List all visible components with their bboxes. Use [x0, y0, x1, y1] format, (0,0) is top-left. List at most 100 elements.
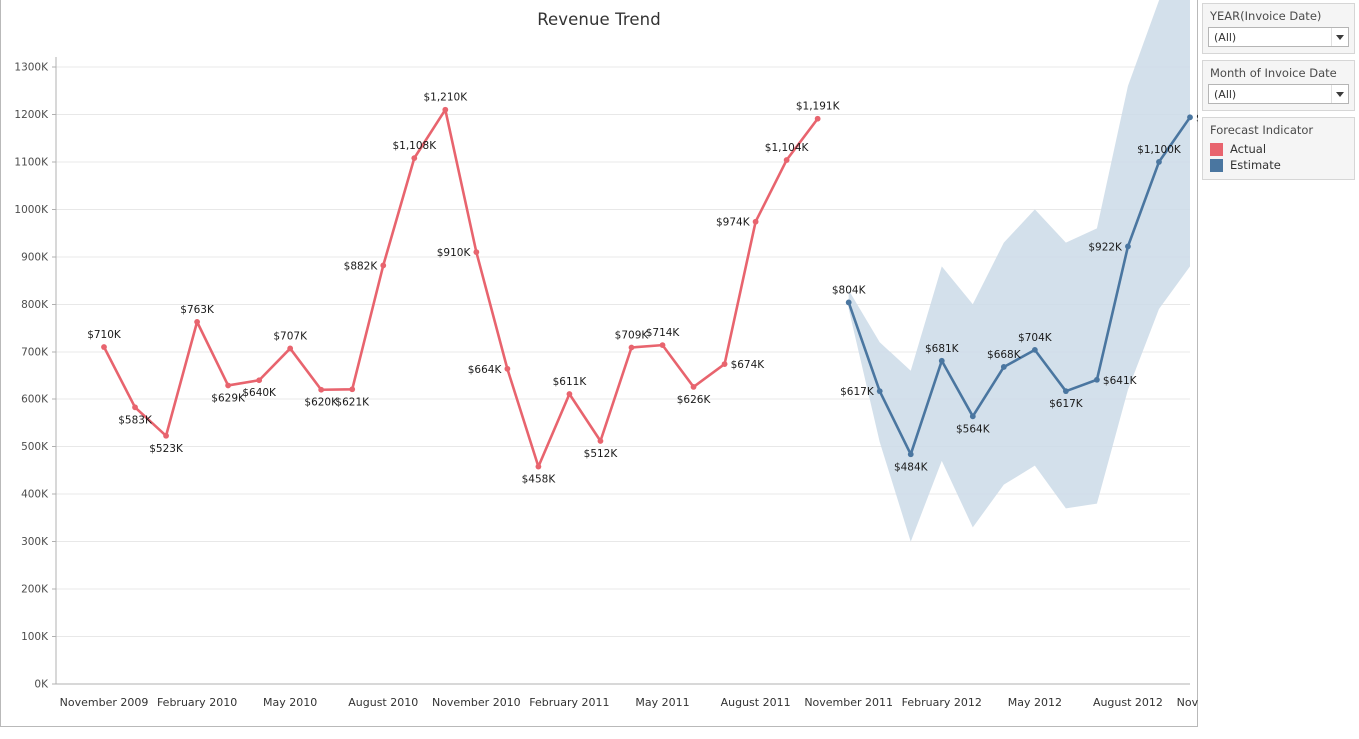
- data-point-label: $882K: [344, 260, 379, 272]
- legend-item-actual[interactable]: Actual: [1203, 141, 1354, 157]
- data-point[interactable]: [287, 345, 294, 352]
- data-point-label: $681K: [925, 343, 960, 355]
- y-axis-tick-label: 900K: [21, 251, 49, 263]
- data-point[interactable]: [504, 365, 511, 372]
- data-point[interactable]: [1125, 243, 1131, 250]
- legend-item-estimate[interactable]: Estimate: [1203, 157, 1354, 173]
- data-point[interactable]: [380, 262, 387, 269]
- data-point-label: $804K: [832, 284, 867, 296]
- y-axis-tick-label: 300K: [21, 536, 49, 548]
- data-point[interactable]: [1156, 159, 1162, 165]
- data-point-label: $707K: [273, 330, 308, 342]
- revenue-trend-chart: 0K 100K 200K 300K 400K 500K 600K 700K 800K 900K 10…: [14, 0, 1198, 709]
- data-point[interactable]: [721, 361, 728, 368]
- filter-card-month: Month of Invoice Date (All): [1202, 60, 1355, 111]
- data-point[interactable]: [845, 299, 852, 306]
- y-axis-tick-label: 100K: [21, 631, 49, 643]
- x-axis-tick-label: November 2009: [60, 696, 149, 709]
- data-point[interactable]: [690, 383, 697, 390]
- legend-swatch-estimate: [1210, 158, 1223, 172]
- y-axis-tick-label: 1000K: [14, 204, 49, 216]
- data-point[interactable]: [349, 386, 356, 393]
- legend-label-actual: Actual: [1230, 142, 1267, 156]
- year-filter-dropdown[interactable]: (All): [1208, 27, 1349, 47]
- data-point-label: $1,108K: [392, 140, 437, 152]
- data-point[interactable]: [752, 218, 759, 225]
- data-point-label: $620K: [304, 397, 339, 409]
- y-axis-tick-label: 1300K: [14, 62, 49, 74]
- legend-list: Actual Estimate: [1203, 141, 1354, 179]
- x-axis-tick-label: August 2012: [1093, 696, 1163, 709]
- data-point-label: $523K: [149, 443, 184, 455]
- y-axis-tick-label: 800K: [21, 299, 49, 311]
- data-point[interactable]: [876, 388, 883, 395]
- x-axis-tick-label: November 2012: [1177, 696, 1198, 709]
- month-filter-value: (All): [1214, 87, 1237, 101]
- data-point[interactable]: [566, 391, 573, 397]
- data-point-label: $1,194K: [1196, 112, 1198, 124]
- data-point-label: $1,100K: [1137, 144, 1182, 156]
- filter-title-month: Month of Invoice Date: [1203, 61, 1354, 84]
- data-point[interactable]: [411, 155, 418, 162]
- x-axis-tick-label: November 2011: [804, 696, 893, 709]
- legend-title: Forecast Indicator: [1203, 118, 1354, 141]
- month-filter-dropdown[interactable]: (All): [1208, 84, 1349, 104]
- data-point[interactable]: [194, 318, 200, 325]
- data-point[interactable]: [1094, 376, 1100, 383]
- x-axis-tick-label: November 2010: [432, 696, 521, 709]
- data-point[interactable]: [907, 451, 914, 458]
- legend-swatch-actual: [1210, 142, 1223, 156]
- data-point[interactable]: [628, 344, 635, 351]
- chevron-down-icon[interactable]: [1331, 28, 1348, 46]
- data-point[interactable]: [473, 249, 480, 256]
- y-axis-tick-label: 0K: [34, 679, 49, 691]
- data-point-label: $611K: [553, 376, 588, 388]
- x-axis-tick-label: May 2012: [1008, 696, 1062, 709]
- data-point[interactable]: [938, 357, 945, 364]
- data-point-label: $621K: [335, 396, 370, 408]
- y-axis-tick-label: 1100K: [14, 156, 49, 168]
- chevron-down-icon[interactable]: [1331, 85, 1348, 103]
- chart-panel: Revenue Trend 0K 100K 200K 300K 400K 500K 600K…: [0, 0, 1198, 727]
- data-point[interactable]: [318, 386, 325, 393]
- data-point-label: $512K: [584, 448, 619, 460]
- data-point[interactable]: [101, 344, 107, 350]
- x-axis-tick-label: February 2011: [529, 696, 609, 709]
- data-point-label: $640K: [242, 387, 277, 399]
- data-point[interactable]: [225, 382, 232, 389]
- data-point[interactable]: [535, 463, 542, 470]
- data-point-label: $664K: [468, 364, 503, 376]
- data-point-label: $922K: [1088, 241, 1123, 253]
- sidebar: YEAR(Invoice Date) (All) Month of Invoic…: [1198, 0, 1359, 739]
- data-point[interactable]: [1031, 346, 1038, 353]
- y-axis-tick-label: 500K: [21, 441, 49, 453]
- data-point-label: $626K: [677, 394, 712, 406]
- data-point-label: $583K: [118, 414, 153, 426]
- y-axis-tick-label: 400K: [21, 489, 49, 501]
- y-axis-tick-label: 600K: [21, 394, 49, 406]
- data-point[interactable]: [163, 432, 169, 439]
- y-axis-tick-label: 700K: [21, 346, 49, 358]
- y-axis-tick-label: 1200K: [14, 109, 49, 121]
- data-point-label: $1,191K: [796, 101, 841, 113]
- x-axis-tick-label: August 2010: [348, 696, 418, 709]
- series-line-actual[interactable]: [102, 108, 819, 468]
- data-point[interactable]: [1000, 364, 1007, 370]
- data-point-label: $564K: [956, 423, 991, 435]
- data-point[interactable]: [969, 413, 976, 420]
- data-point[interactable]: [256, 377, 263, 384]
- data-point[interactable]: [659, 342, 666, 349]
- data-point[interactable]: [597, 438, 604, 444]
- data-point[interactable]: [1187, 114, 1193, 121]
- data-point[interactable]: [783, 157, 790, 163]
- data-point-label: $617K: [840, 386, 875, 398]
- data-point[interactable]: [132, 404, 138, 411]
- data-point-label: $1,210K: [423, 92, 468, 104]
- data-point[interactable]: [1062, 388, 1069, 395]
- data-point[interactable]: [814, 115, 821, 122]
- x-axis-tick-label: February 2010: [157, 696, 237, 709]
- legend-card-forecast-indicator: Forecast Indicator Actual Estimate: [1202, 117, 1355, 180]
- filter-title-year: YEAR(Invoice Date): [1203, 4, 1354, 27]
- legend-label-estimate: Estimate: [1230, 158, 1281, 172]
- data-point[interactable]: [442, 106, 449, 113]
